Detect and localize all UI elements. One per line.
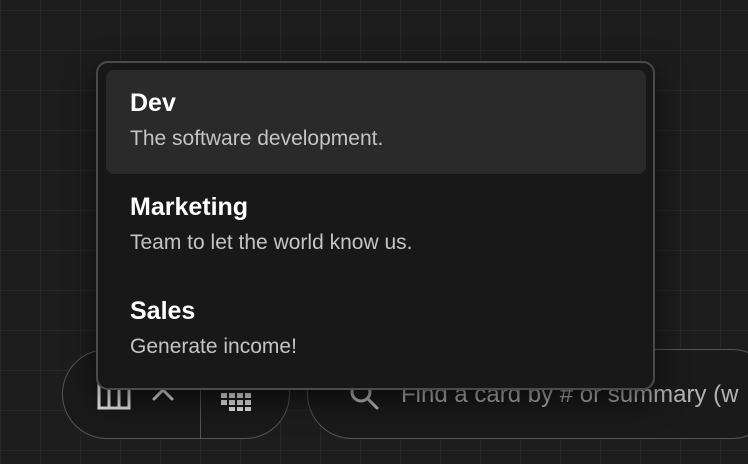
team-option-sales[interactable]: Sales Generate income! <box>106 278 646 382</box>
team-option-description: The software development. <box>130 127 384 150</box>
team-option-name: Sales <box>130 297 196 325</box>
team-option-name: Dev <box>130 89 176 117</box>
team-option-description: Generate income! <box>130 335 297 358</box>
team-option-description: Team to let the world know us. <box>130 231 413 254</box>
team-option-dev[interactable]: Dev The software development. <box>106 70 646 174</box>
team-option-marketing[interactable]: Marketing Team to let the world know us. <box>106 174 646 278</box>
team-dropdown: Dev The software development. Marketing … <box>96 61 655 390</box>
team-option-name: Marketing <box>130 193 249 221</box>
